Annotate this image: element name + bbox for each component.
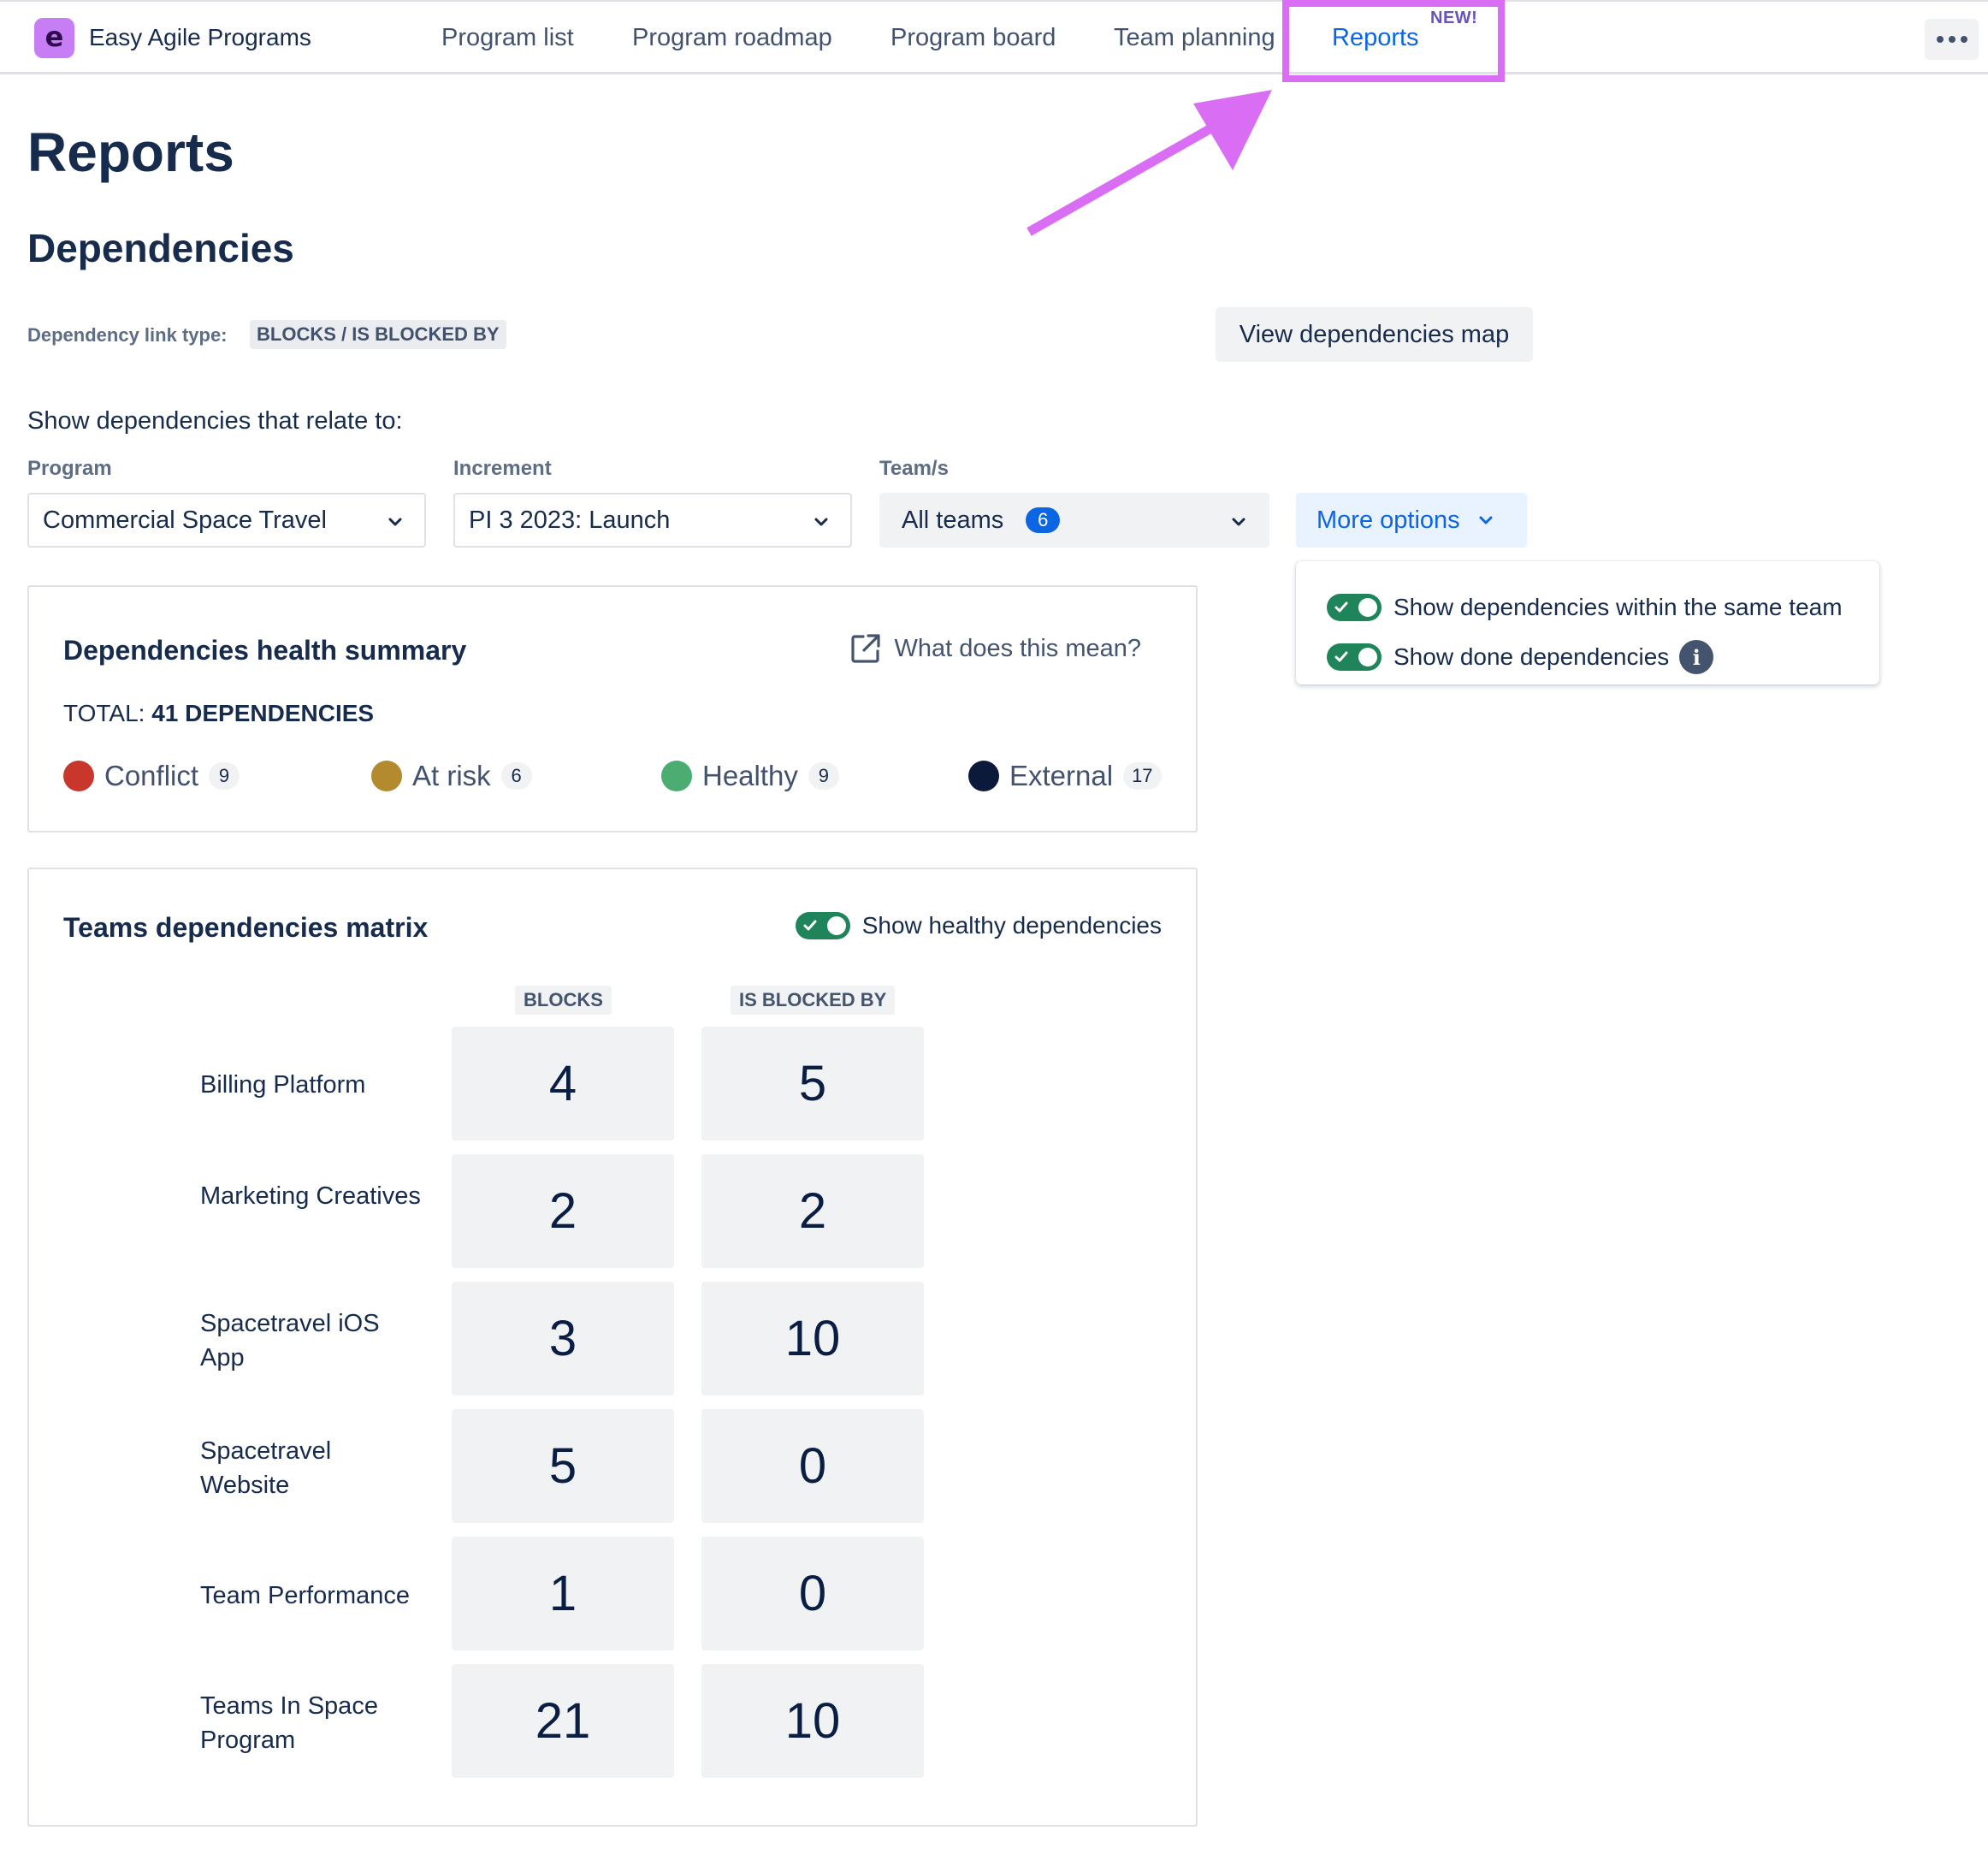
- conflict-dot-icon: [63, 761, 94, 791]
- team-row-label: Billing Platform: [200, 1071, 366, 1099]
- status-label: At risk: [412, 760, 491, 791]
- team-row-label: Team Performance: [200, 1582, 410, 1609]
- blocks-cell[interactable]: 5: [452, 1409, 674, 1523]
- matrix-title: Teams dependencies matrix: [63, 912, 429, 943]
- blocks-cell[interactable]: 2: [452, 1154, 674, 1268]
- blocked-by-cell[interactable]: 2: [701, 1154, 924, 1268]
- health-summary-card: Dependencies health summary What does th…: [27, 585, 1198, 832]
- teams-label: Team/s: [879, 457, 949, 480]
- info-icon[interactable]: i: [1679, 640, 1714, 674]
- external-link-icon: [851, 634, 881, 663]
- status-label: Conflict: [104, 760, 199, 791]
- view-dependencies-map-button[interactable]: View dependencies map: [1216, 307, 1533, 362]
- option-done-dependencies[interactable]: Show done dependencies i: [1327, 640, 1714, 674]
- blocked-by-cell[interactable]: 10: [701, 1664, 924, 1778]
- status-external: External 17: [968, 760, 1162, 792]
- program-label: Program: [27, 457, 112, 480]
- increment-label: Increment: [453, 457, 552, 480]
- status-label: Healthy: [702, 760, 798, 791]
- done-dependencies-toggle[interactable]: [1327, 643, 1382, 671]
- teams-count-badge: 6: [1026, 507, 1061, 533]
- blocks-cell[interactable]: 4: [452, 1027, 674, 1140]
- blocks-cell[interactable]: 1: [452, 1537, 674, 1650]
- team-row-label: Marketing Creatives: [200, 1182, 421, 1210]
- blocked-by-cell[interactable]: 10: [701, 1282, 924, 1395]
- healthy-dot-icon: [661, 761, 692, 791]
- annotation-arrow-icon: [1027, 90, 1272, 236]
- program-select-value: Commercial Space Travel: [43, 506, 327, 534]
- reports-highlight-box: [1282, 0, 1505, 82]
- column-header-is-blocked-by: IS BLOCKED BY: [731, 986, 896, 1015]
- show-healthy-label: Show healthy dependencies: [861, 912, 1162, 939]
- status-label: External: [1009, 760, 1114, 791]
- more-options-button[interactable]: More options: [1296, 493, 1527, 548]
- dependencies-matrix-card: Teams dependencies matrix Show healthy d…: [27, 868, 1198, 1827]
- section-title: Dependencies: [27, 226, 294, 270]
- status-conflict: Conflict 9: [63, 760, 240, 792]
- teams-select-value: All teams: [902, 506, 1004, 534]
- increment-select[interactable]: PI 3 2023: Launch: [453, 493, 852, 548]
- page-title: Reports: [27, 121, 234, 183]
- app-logo[interactable]: e: [34, 18, 74, 58]
- show-healthy-toggle-row[interactable]: Show healthy dependencies: [795, 912, 1162, 939]
- show-healthy-toggle[interactable]: [795, 912, 850, 939]
- increment-select-value: PI 3 2023: Launch: [469, 506, 671, 534]
- top-navigation: e Easy Agile Programs Program list Progr…: [0, 0, 1988, 74]
- what-link-label: What does this mean?: [894, 634, 1141, 662]
- more-options-popover: Show dependencies within the same team S…: [1296, 561, 1879, 684]
- status-count: 6: [500, 762, 532, 790]
- more-actions-button[interactable]: [1925, 19, 1979, 60]
- at-risk-dot-icon: [371, 761, 402, 791]
- status-healthy: Healthy 9: [661, 760, 839, 792]
- chevron-down-icon: [1479, 516, 1493, 524]
- check-icon: [1334, 601, 1348, 613]
- filter-intro-label: Show dependencies that relate to:: [27, 407, 403, 435]
- logo-letter: e: [44, 21, 64, 53]
- nav-team-planning[interactable]: Team planning: [1114, 22, 1275, 53]
- blocked-by-cell[interactable]: 0: [701, 1537, 924, 1650]
- chevron-down-icon: [814, 518, 828, 526]
- nav-program-roadmap[interactable]: Program roadmap: [632, 22, 832, 53]
- link-type-lozenge: BLOCKS / IS BLOCKED BY: [250, 320, 506, 349]
- link-type-label: Dependency link type:: [27, 324, 228, 346]
- option-same-team[interactable]: Show dependencies within the same team: [1327, 594, 1843, 621]
- check-icon: [803, 920, 817, 931]
- status-count: 17: [1123, 762, 1162, 790]
- ellipsis-icon: [1936, 36, 1944, 43]
- external-dot-icon: [968, 761, 999, 791]
- check-icon: [1334, 651, 1348, 662]
- total-dependencies: TOTAL: 41 DEPENDENCIES: [63, 698, 374, 729]
- status-count: 9: [209, 762, 240, 790]
- blocks-cell[interactable]: 21: [452, 1664, 674, 1778]
- done-dependencies-label: Show done dependencies: [1393, 643, 1670, 670]
- total-prefix: TOTAL:: [63, 700, 145, 726]
- status-count: 9: [808, 762, 839, 790]
- blocked-by-cell[interactable]: 5: [701, 1027, 924, 1140]
- blocks-cell[interactable]: 3: [452, 1282, 674, 1395]
- nav-program-board[interactable]: Program board: [890, 22, 1056, 53]
- same-team-toggle[interactable]: [1327, 594, 1382, 621]
- ellipsis-icon-dot: [1960, 36, 1967, 43]
- column-header-blocks: BLOCKS: [515, 986, 612, 1015]
- ellipsis-icon-dot: [1948, 36, 1955, 43]
- chevron-down-icon: [388, 518, 402, 526]
- status-at-risk: At risk 6: [371, 760, 532, 792]
- team-row-label: Teams In Space Program: [200, 1692, 378, 1754]
- teams-select[interactable]: All teams 6: [879, 493, 1269, 548]
- program-select[interactable]: Commercial Space Travel: [27, 493, 426, 548]
- team-row-label: Spacetravel iOS App: [200, 1310, 380, 1371]
- more-options-label: More options: [1316, 506, 1460, 534]
- what-does-this-mean-link[interactable]: What does this mean?: [849, 632, 1141, 665]
- nav-program-list[interactable]: Program list: [441, 22, 574, 53]
- health-summary-title: Dependencies health summary: [63, 635, 467, 666]
- blocked-by-cell[interactable]: 0: [701, 1409, 924, 1523]
- app-title[interactable]: Easy Agile Programs: [89, 22, 311, 53]
- team-row-label: Spacetravel Website: [200, 1437, 332, 1499]
- total-value: 41 DEPENDENCIES: [151, 700, 375, 726]
- same-team-label: Show dependencies within the same team: [1393, 594, 1843, 620]
- chevron-down-icon: [1232, 518, 1245, 526]
